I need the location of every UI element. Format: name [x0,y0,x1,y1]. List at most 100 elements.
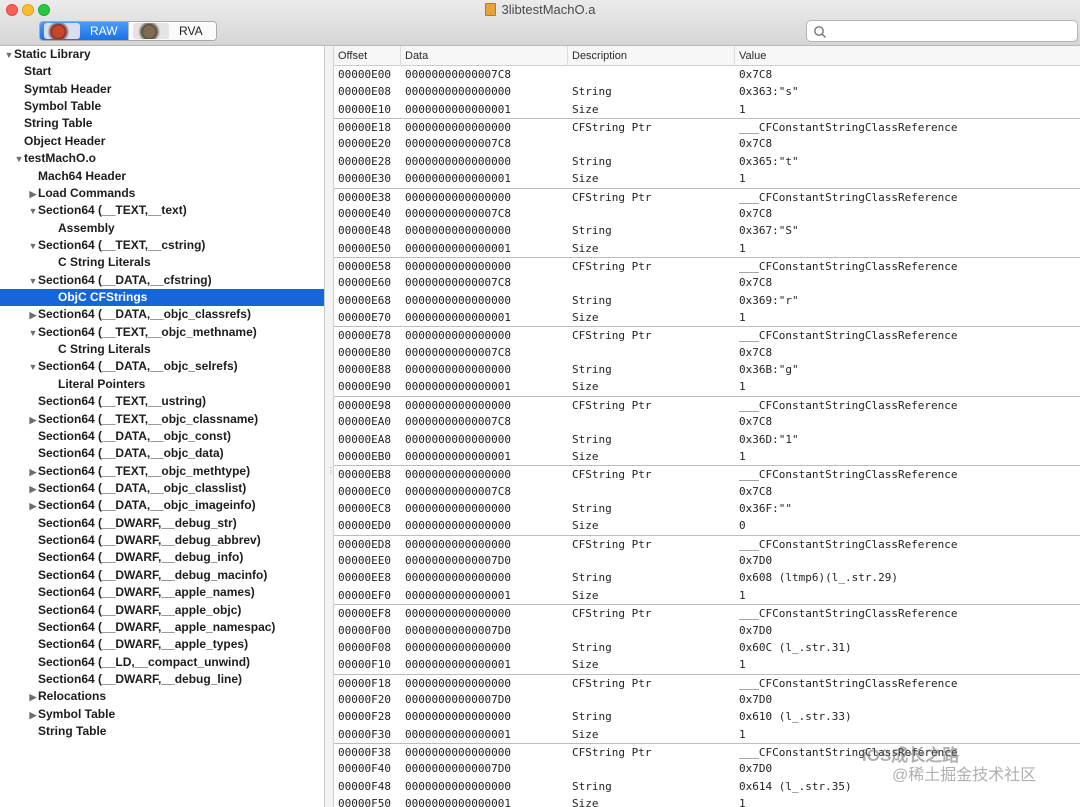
sidebar-item[interactable]: ▶ Section64 (__DATA,__objc_classlist) [0,480,324,497]
sidebar-item[interactable]: Symbol Table [0,98,324,115]
table-row[interactable]: 00000EF0 0000000000000001 Size 1 [334,587,1080,604]
table-row[interactable]: 00000EA8 0000000000000000 String 0x36D:"1" [334,431,1080,448]
table-row[interactable]: 00000EB8 0000000000000000 CFString Ptr ___C… [334,465,1080,482]
table-row[interactable]: 00000F08 0000000000000000 String 0x60C (l_.… [334,639,1080,656]
table-row[interactable]: 00000E90 0000000000000001 Size 1 [334,378,1080,395]
table-row[interactable]: 00000E08 0000000000000000 String 0x363:"s" [334,83,1080,100]
table-row[interactable]: 00000E48 0000000000000000 String 0x367:"S" [334,222,1080,239]
table-row[interactable]: 00000F28 0000000000000000 String 0x610 (l_.… [334,708,1080,725]
disclosure-expanded-icon[interactable]: ▼ [28,325,38,342]
column-header-value[interactable]: Value [735,46,1080,66]
sidebar-item[interactable]: Section64 (__DWARF,__debug_line) [0,671,324,688]
table-row[interactable]: 00000F18 0000000000000000 CFString Ptr ___C… [334,673,1080,691]
sidebar-item[interactable]: ▼Section64 (__TEXT,__cstring) [0,237,324,254]
sidebar-item[interactable]: Section64 (__DWARF,__debug_info) [0,549,324,566]
table-row[interactable]: 00000E60 00000000000007C8 0x7C8 [334,274,1080,291]
column-header-offset[interactable]: Offset [334,46,401,66]
disclosure-expanded-icon[interactable]: ▼ [28,273,38,290]
search-field[interactable] [806,20,1078,42]
split-view-divider[interactable]: ⋮ [325,46,335,807]
sidebar-item[interactable]: Mach64 Header [0,168,324,185]
table-row[interactable]: 00000ED8 0000000000000000 CFString Ptr ___C… [334,534,1080,552]
sidebar-item[interactable]: Object Header [0,133,324,150]
disclosure-collapsed-icon[interactable]: ▶ [28,689,38,706]
disclosure-collapsed-icon[interactable]: ▶ [28,186,38,203]
table-row[interactable]: 00000ED0 0000000000000000 Size 0 [334,517,1080,534]
table-row[interactable]: 00000E78 0000000000000000 CFString Ptr ___C… [334,326,1080,343]
sidebar-item[interactable]: Assembly [0,220,324,237]
table-row[interactable]: 00000F30 0000000000000001 Size 1 [334,726,1080,743]
table-row[interactable]: 00000F10 0000000000000001 Size 1 [334,656,1080,673]
table-row[interactable]: 00000F50 0000000000000001 Size 1 [334,795,1080,807]
disclosure-collapsed-icon[interactable]: ▶ [28,307,38,324]
sidebar-item[interactable]: C String Literals [0,254,324,271]
table-row[interactable]: 00000EC8 0000000000000000 String 0x36F:"" [334,500,1080,517]
disclosure-collapsed-icon[interactable]: ▶ [28,464,38,481]
table-row[interactable]: 00000EE8 0000000000000000 String 0x608 (ltm… [334,569,1080,586]
table-row[interactable]: 00000E70 0000000000000001 Size 1 [334,309,1080,326]
sidebar-item[interactable]: Section64 (__DWARF,__debug_str) [0,515,324,532]
sidebar-item[interactable]: ▼Static Library [0,46,324,63]
sidebar-item[interactable]: ▼Section64 (__TEXT,__objc_methname) [0,324,324,341]
sidebar-item[interactable]: ▶ Load Commands [0,185,324,202]
table-row[interactable]: 00000E80 00000000000007C8 0x7C8 [334,344,1080,361]
disclosure-expanded-icon[interactable]: ▼ [14,151,24,168]
sidebar-item[interactable]: Section64 (__DATA,__objc_const) [0,428,324,445]
table-row[interactable]: 00000E30 0000000000000001 Size 1 [334,170,1080,187]
table-row[interactable]: 00000EF8 0000000000000000 CFString Ptr ___C… [334,604,1080,621]
table-row[interactable]: 00000E18 0000000000000000 CFString Ptr ___C… [334,118,1080,135]
sidebar-item[interactable]: String Table [0,115,324,132]
table-row[interactable]: 00000E88 0000000000000000 String 0x36B:"g" [334,361,1080,378]
table-row[interactable]: 00000EE0 00000000000007D0 0x7D0 [334,552,1080,569]
table-row[interactable]: 00000E40 00000000000007C8 0x7C8 [334,205,1080,222]
table-row[interactable]: 00000EB0 0000000000000001 Size 1 [334,448,1080,465]
sidebar-item[interactable]: ▼Section64 (__TEXT,__text) [0,202,324,219]
table-row[interactable]: 00000E38 0000000000000000 CFString Ptr ___C… [334,187,1080,205]
disclosure-expanded-icon[interactable]: ▼ [28,359,38,376]
table-row[interactable]: 00000E00 00000000000007C8 0x7C8 [334,66,1080,83]
sidebar-item[interactable]: ▼Section64 (__DATA,__cfstring) [0,272,324,289]
sidebar-item[interactable]: Literal Pointers [0,376,324,393]
sidebar-item[interactable]: ▶ Section64 (__TEXT,__objc_classname) [0,411,324,428]
sidebar-item[interactable]: Section64 (__DATA,__objc_data) [0,445,324,462]
sidebar-item[interactable]: ▶ Symbol Table [0,706,324,723]
column-header-data[interactable]: Data [401,46,568,66]
table-row[interactable]: 00000E28 0000000000000000 String 0x365:"t" [334,153,1080,170]
sidebar-item[interactable]: ▼testMachO.o [0,150,324,167]
sidebar-item[interactable]: ▶ Section64 (__DATA,__objc_imageinfo) [0,497,324,514]
sidebar-item[interactable]: C String Literals [0,341,324,358]
sidebar-item[interactable]: Section64 (__DWARF,__apple_objc) [0,602,324,619]
sidebar-item[interactable]: Start [0,63,324,80]
disclosure-expanded-icon[interactable]: ▼ [28,238,38,255]
sidebar-item[interactable]: Section64 (__LD,__compact_unwind) [0,654,324,671]
column-header-description[interactable]: Description [568,46,735,66]
sidebar-item[interactable]: Section64 (__DWARF,__apple_namespac) [0,619,324,636]
table-row[interactable]: 00000F00 00000000000007D0 0x7D0 [334,622,1080,639]
table-row[interactable]: 00000E20 00000000000007C8 0x7C8 [334,135,1080,152]
sidebar-item[interactable]: ▼Section64 (__DATA,__objc_selrefs) [0,358,324,375]
sidebar-item[interactable]: Section64 (__DWARF,__debug_abbrev) [0,532,324,549]
disclosure-collapsed-icon[interactable]: ▶ [28,481,38,498]
disclosure-expanded-icon[interactable]: ▼ [4,47,14,64]
table-row[interactable]: 00000E98 0000000000000000 CFString Ptr ___C… [334,395,1080,413]
sidebar-item[interactable]: ▶ Section64 (__DATA,__objc_classrefs) [0,306,324,323]
sidebar-item[interactable]: Section64 (__DWARF,__apple_names) [0,584,324,601]
sidebar-item[interactable]: ▶ Relocations [0,688,324,705]
table-row[interactable]: 00000E68 0000000000000000 String 0x369:"r" [334,292,1080,309]
sidebar-item[interactable]: ▶ Section64 (__TEXT,__objc_methtype) [0,463,324,480]
disclosure-collapsed-icon[interactable]: ▶ [28,498,38,515]
rva-mode-button[interactable]: RVA [128,22,216,40]
table-row[interactable]: 00000EA0 00000000000007C8 0x7C8 [334,413,1080,430]
table-row[interactable]: 00000E58 0000000000000000 CFString Ptr ___C… [334,256,1080,274]
disclosure-collapsed-icon[interactable]: ▶ [28,412,38,429]
sidebar-item[interactable]: Symtab Header [0,81,324,98]
sidebar-item[interactable]: ObjC CFStrings [0,289,324,307]
sidebar-item[interactable]: String Table [0,723,324,740]
table-row[interactable]: 00000E50 0000000000000001 Size 1 [334,240,1080,257]
disclosure-expanded-icon[interactable]: ▼ [28,203,38,220]
table-row[interactable]: 00000E10 0000000000000001 Size 1 [334,101,1080,118]
table-row[interactable]: 00000F20 00000000000007D0 0x7D0 [334,691,1080,708]
sidebar-item[interactable]: Section64 (__TEXT,__ustring) [0,393,324,410]
table-row[interactable]: 00000EC0 00000000000007C8 0x7C8 [334,483,1080,500]
raw-mode-button[interactable]: RAW [40,22,128,40]
